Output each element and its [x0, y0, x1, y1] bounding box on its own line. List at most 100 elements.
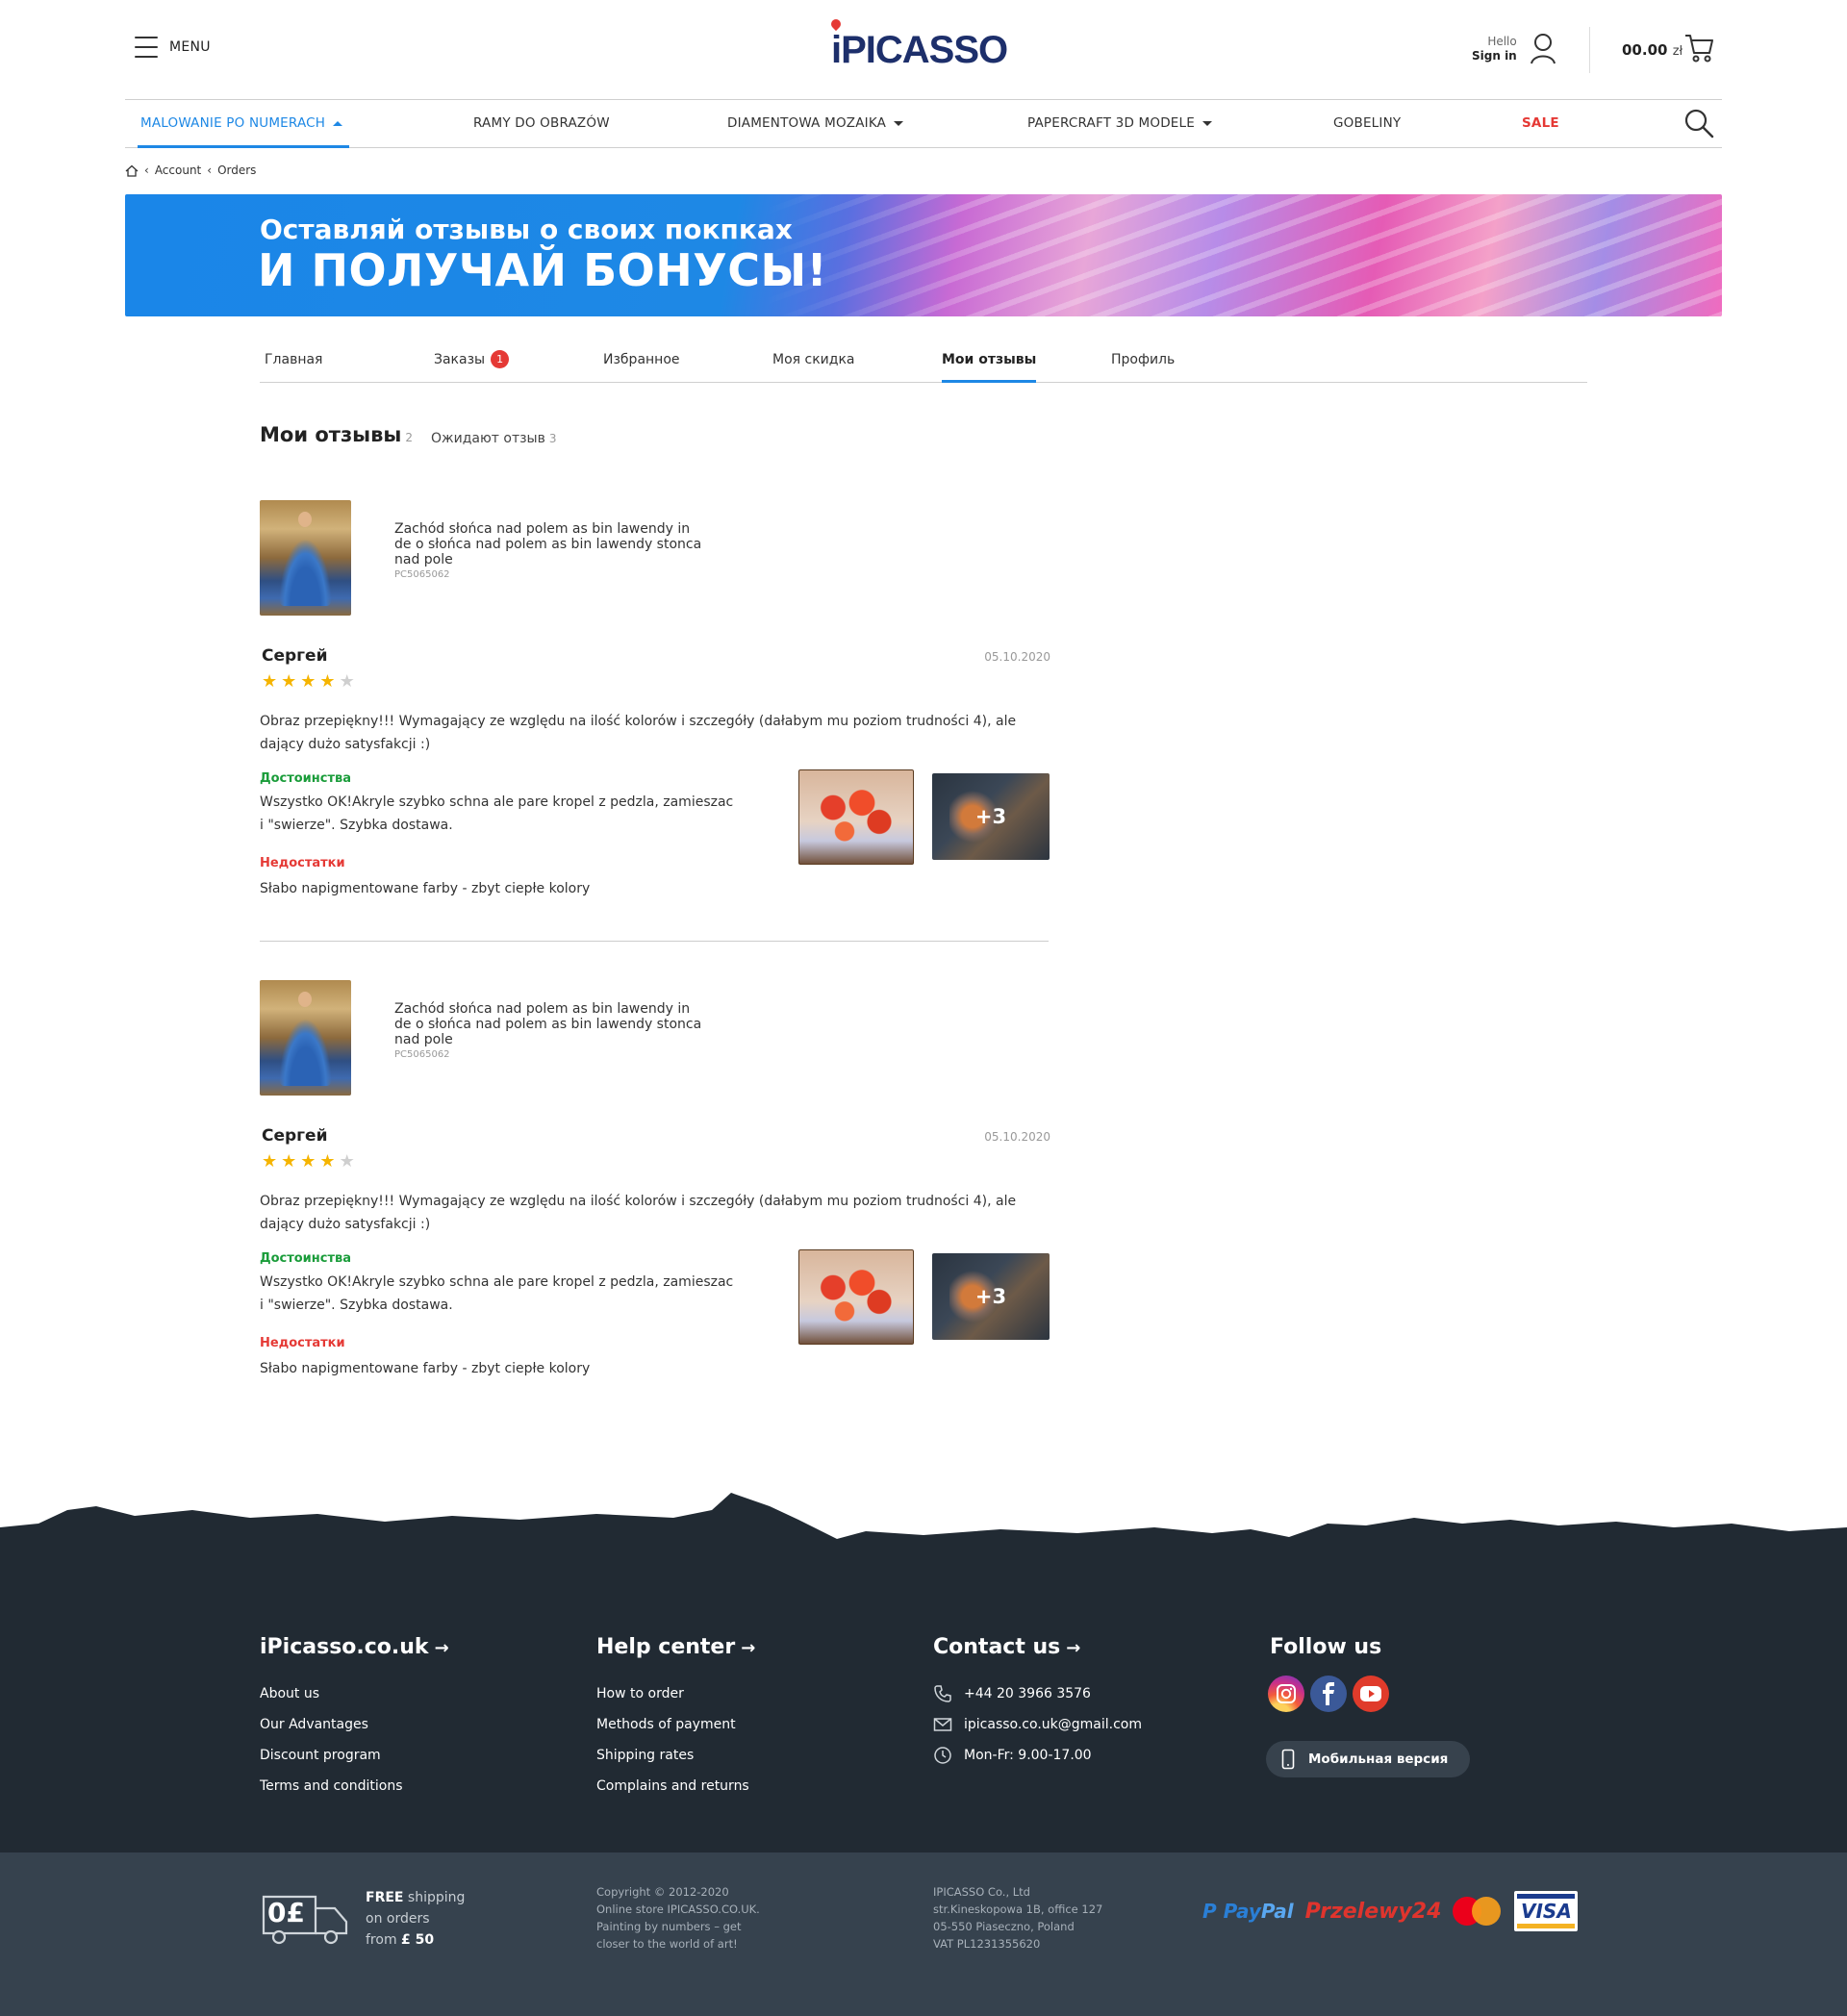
star-rating: ★ ★ ★ ★ ★	[262, 1153, 355, 1171]
site-header: MENU iPICASSO Hello Sign in 00.00 zł	[0, 0, 1847, 100]
copyright-text: Copyright © 2012-2020 Online store IPICAS…	[596, 1885, 760, 1951]
social-links	[1268, 1676, 1389, 1712]
instagram-icon[interactable]	[1268, 1676, 1304, 1712]
nav-item-diamentowa[interactable]: DIAMENTOWA MOZAIKA	[727, 100, 904, 147]
product-image[interactable]	[260, 500, 351, 616]
tab-label: Моя скидка	[772, 352, 855, 367]
cart-currency: zł	[1672, 44, 1683, 59]
footer-col-follow: Follow us	[1270, 1635, 1381, 1659]
product-image[interactable]	[260, 980, 351, 1096]
main-nav: MALOWANIE PO NUMERACH RAMY DO OBRAZÓW DI…	[125, 99, 1722, 148]
nav-item-papercraft[interactable]: PAPERCRAFT 3D MODELE	[1027, 100, 1212, 147]
tab-orders[interactable]: Заказы 1	[434, 342, 510, 383]
page-title: Мои отзывы 2	[260, 423, 413, 446]
promo-banner[interactable]: Оставляй отзывы о своих покпках И ПОЛУЧА…	[125, 194, 1722, 316]
home-icon[interactable]	[125, 164, 139, 177]
arrow-right-icon: →	[434, 1638, 449, 1658]
nav-label: PAPERCRAFT 3D MODELE	[1027, 115, 1195, 131]
footer-title-company[interactable]: iPicasso.co.uk →	[260, 1635, 449, 1659]
tab-home[interactable]: Главная	[265, 342, 322, 383]
star-filled-icon: ★	[319, 1151, 336, 1172]
free-rest: shipping	[403, 1890, 466, 1905]
nav-item-malowanie[interactable]: MALOWANIE PO NUMERACH	[140, 100, 343, 147]
nav-item-sale[interactable]: SALE	[1522, 100, 1559, 147]
sign-in-link[interactable]: Hello Sign in	[1472, 35, 1517, 63]
cart-icon[interactable]	[1683, 33, 1714, 63]
footer-title-contact[interactable]: Contact us →	[933, 1635, 1142, 1659]
review-text: Obraz przepiękny!!! Wymagający ze względ…	[260, 714, 1017, 752]
review-date: 05.10.2020	[984, 650, 1050, 664]
footer-link-terms[interactable]: Terms and conditions	[260, 1771, 449, 1802]
nav-item-ramy[interactable]: RAMY DO OBRAZÓW	[473, 100, 610, 147]
facebook-icon[interactable]	[1310, 1676, 1347, 1712]
review-photo[interactable]	[798, 769, 914, 865]
pending-count: 3	[548, 432, 557, 445]
footer-title-follow: Follow us	[1270, 1635, 1382, 1659]
ship-line2: on orders	[366, 1911, 430, 1927]
cons-heading: Недостатки	[260, 856, 345, 870]
nav-active-underline	[138, 145, 349, 148]
review-photo[interactable]	[798, 1249, 914, 1345]
footer-hours: Mon-Fr: 9.00-17.00	[933, 1740, 1142, 1771]
pros-text: Wszystko OK!Akryle szybko schna ale pare…	[260, 794, 734, 833]
cons-text: Słabo napigmentowane farby - zbyt ciepłe…	[260, 1361, 591, 1376]
tab-my-reviews[interactable]: Мои отзывы	[942, 342, 1037, 383]
pending-reviews-link[interactable]: Ожидают отзыв 3	[431, 431, 557, 446]
pending-label: Ожидают отзыв	[431, 431, 545, 446]
pros-text: Wszystko OK!Akryle szybko schna ale pare…	[260, 1274, 734, 1313]
footer-link-advantages[interactable]: Our Advantages	[260, 1709, 449, 1740]
mobile-version-button[interactable]: Мобильная версия	[1266, 1741, 1470, 1777]
nav-label: GOBELINY	[1333, 115, 1402, 131]
breadcrumb-account[interactable]: Account	[155, 164, 201, 177]
caret-up-icon	[333, 120, 343, 126]
youtube-icon[interactable]	[1353, 1676, 1389, 1712]
review-text: Obraz przepiękny!!! Wymagający ze względ…	[260, 1194, 1017, 1232]
tab-favorites[interactable]: Избранное	[603, 342, 680, 383]
reviews-count: 2	[405, 431, 414, 444]
footer-link-shipping[interactable]: Shipping rates	[596, 1740, 755, 1771]
site-logo[interactable]: iPICASSO	[828, 16, 1008, 73]
arrow-right-icon: →	[1066, 1638, 1081, 1658]
footer-phone[interactable]: +44 20 3966 3576	[933, 1678, 1142, 1709]
product-name[interactable]: Zachód słońca nad polem as bin lawendy i…	[394, 1001, 702, 1047]
ship-icon-text: 0£	[267, 1897, 305, 1928]
tab-discount[interactable]: Моя скидка	[772, 342, 854, 383]
tab-profile[interactable]: Профиль	[1111, 342, 1175, 383]
delivery-truck-icon: 0£	[262, 1895, 348, 1945]
user-icon[interactable]	[1530, 33, 1556, 65]
cons-text: Słabo napigmentowane farby - zbyt ciepłe…	[260, 881, 591, 896]
star-filled-icon: ★	[262, 1151, 278, 1172]
review-author: Сергей	[262, 1126, 328, 1146]
sign-in-text: Sign in	[1472, 49, 1517, 63]
breadcrumb-orders[interactable]: Orders	[217, 164, 256, 177]
footer-link-how-to-order[interactable]: How to order	[596, 1678, 755, 1709]
hamburger-icon	[135, 37, 158, 58]
footer-link-discount[interactable]: Discount program	[260, 1740, 449, 1771]
search-icon[interactable]	[1683, 108, 1714, 139]
orders-count-badge: 1	[491, 350, 510, 368]
przelewy24-logo: Przelewy24	[1304, 1899, 1442, 1924]
menu-button[interactable]: MENU	[135, 37, 211, 58]
star-empty-icon: ★	[339, 671, 355, 692]
product-name[interactable]: Zachód słońca nad polem as bin lawendy i…	[394, 521, 702, 567]
paypal-logo: P PayPal	[1202, 1900, 1294, 1923]
star-filled-icon: ★	[262, 671, 278, 692]
nav-label: SALE	[1522, 115, 1559, 131]
cart-total[interactable]: 00.00 zł	[1622, 41, 1683, 59]
more-photos-button[interactable]: +3	[932, 773, 1050, 860]
star-filled-icon: ★	[281, 1151, 297, 1172]
star-filled-icon: ★	[319, 671, 336, 692]
free-label: FREE	[366, 1890, 404, 1905]
star-filled-icon: ★	[300, 671, 316, 692]
footer-link-returns[interactable]: Complains and returns	[596, 1771, 755, 1802]
footer-email[interactable]: ipicasso.co.uk@gmail.com	[933, 1709, 1142, 1740]
footer-link-payment[interactable]: Methods of payment	[596, 1709, 755, 1740]
footer-title-help[interactable]: Help center →	[596, 1635, 755, 1659]
nav-item-gobeliny[interactable]: GOBELINY	[1333, 100, 1401, 147]
footer-link-about[interactable]: About us	[260, 1678, 449, 1709]
page-title-text: Мои отзывы	[260, 423, 402, 446]
chevron-left-icon: ‹	[207, 164, 213, 177]
banner-line-1: Оставляй отзывы о своих покпках	[260, 214, 793, 245]
more-photos-button[interactable]: +3	[932, 1253, 1050, 1340]
review-date: 05.10.2020	[984, 1130, 1050, 1144]
